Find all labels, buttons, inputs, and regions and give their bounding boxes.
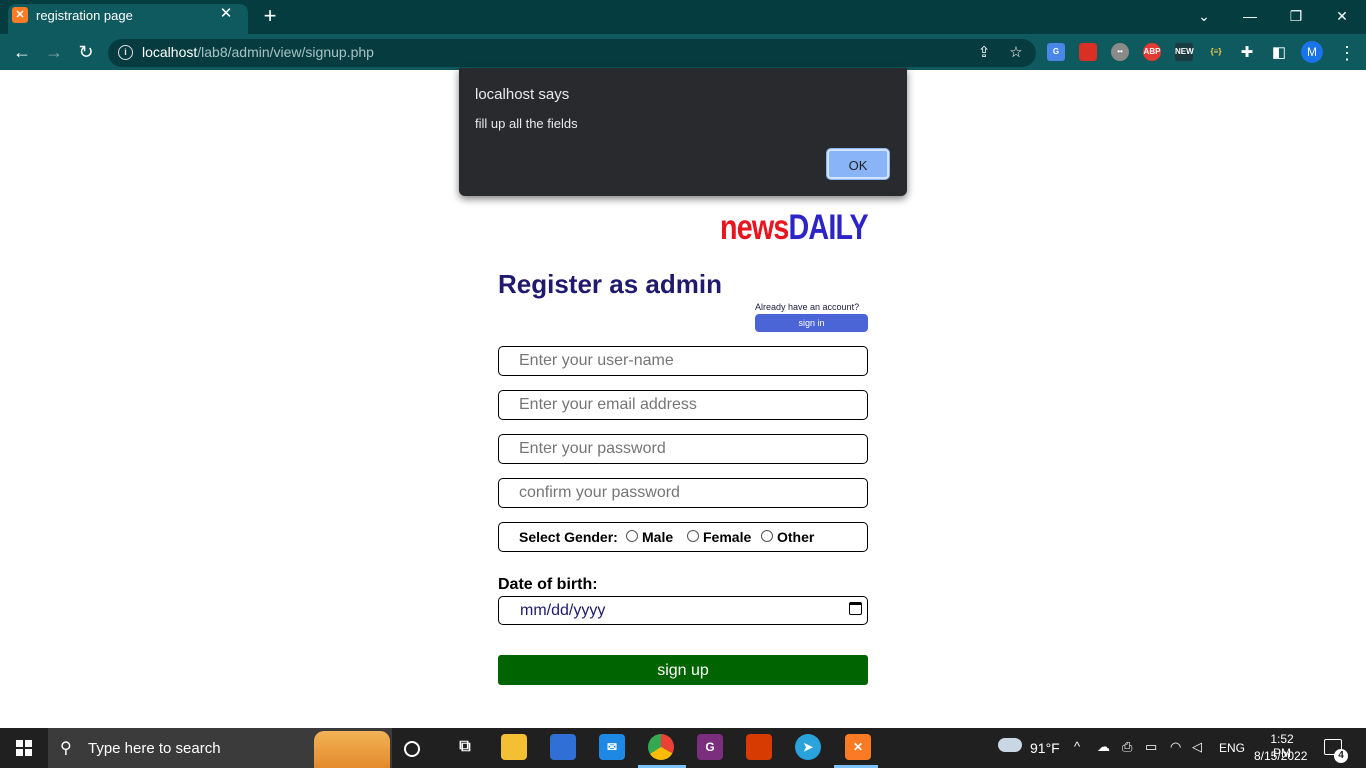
close-window-button[interactable]: ✕ — [1319, 4, 1365, 28]
search-highlight-icon[interactable] — [314, 731, 390, 768]
forward-arrow-icon[interactable]: → — [42, 40, 66, 64]
minimize-window-button[interactable]: — — [1227, 4, 1273, 28]
show-hidden-icons-chevron-icon[interactable]: ^ — [1074, 739, 1080, 754]
dialog-title: localhost says — [475, 86, 570, 103]
mail-icon[interactable]: ✉ — [599, 734, 625, 760]
profile-avatar[interactable]: M — [1301, 41, 1323, 63]
notification-count-badge: 4 — [1334, 749, 1348, 763]
spy-extension-icon[interactable]: •• — [1111, 43, 1129, 61]
share-icon[interactable]: ⇪ — [974, 43, 994, 63]
calendar-icon[interactable] — [849, 602, 862, 615]
book-extension-icon[interactable] — [1079, 43, 1097, 61]
cortana-icon[interactable] — [404, 741, 420, 757]
confirm-password-input[interactable]: confirm your password — [498, 478, 868, 508]
new-tab-button[interactable]: + — [258, 5, 282, 28]
url-host: localhost — [142, 44, 198, 60]
json-extension-icon[interactable]: {≡} — [1207, 43, 1225, 61]
password-input[interactable]: Enter your password — [498, 434, 868, 464]
sign-up-button[interactable]: sign up — [498, 655, 868, 685]
extensions-puzzle-icon[interactable]: ✚ — [1237, 43, 1257, 63]
bookmark-star-icon[interactable]: ☆ — [1006, 43, 1026, 63]
username-input[interactable]: Enter your user-name — [498, 346, 868, 376]
already-account-text: Already have an account? — [755, 302, 860, 312]
clock-date[interactable]: 8/15/2022 — [1254, 749, 1307, 763]
browser-menu-icon[interactable]: ⋮ — [1338, 42, 1356, 64]
gender-other-radio[interactable] — [761, 530, 773, 542]
microsoft-store-icon[interactable] — [550, 734, 576, 760]
dob-placeholder: mm/dd/yyyy — [520, 602, 606, 619]
gender-label: Select Gender: — [519, 529, 618, 545]
email-placeholder: Enter your email address — [519, 396, 697, 413]
url-text[interactable]: localhost/lab8/admin/view/signup.php — [142, 44, 374, 60]
cloud-weather-icon[interactable] — [998, 738, 1022, 752]
telegram-icon[interactable]: ➤ — [795, 734, 821, 760]
adblock-extension-icon[interactable]: ABP — [1143, 43, 1161, 61]
logo-daily: DAILY — [788, 208, 869, 247]
windows-start-icon[interactable] — [16, 740, 32, 756]
side-panel-icon[interactable]: ◧ — [1269, 43, 1289, 63]
taskbar-search-placeholder: Type here to search — [88, 740, 221, 757]
email-input[interactable]: Enter your email address — [498, 390, 868, 420]
username-placeholder: Enter your user-name — [519, 352, 674, 369]
volume-icon[interactable]: ◁ — [1192, 739, 1202, 755]
weather-temperature[interactable]: 91°F — [1030, 740, 1060, 756]
gender-male-radio[interactable] — [626, 530, 638, 542]
camera-icon[interactable]: ⎙ — [1122, 739, 1132, 755]
search-icon: ⚲ — [60, 740, 72, 757]
pdf-app-icon[interactable]: G — [697, 734, 723, 760]
logo-news: news — [720, 208, 789, 247]
wifi-icon[interactable]: ◠ — [1170, 739, 1181, 755]
xampp-favicon-icon: ✕ — [12, 7, 28, 23]
gender-male-label[interactable]: Male — [642, 529, 673, 545]
translate-extension-icon[interactable]: G — [1047, 43, 1065, 61]
dob-label: Date of birth: — [498, 576, 598, 593]
task-view-icon[interactable]: ⧉ — [452, 734, 478, 760]
chrome-icon[interactable] — [648, 734, 674, 760]
tab-search-chevron-icon[interactable]: ⌄ — [1181, 4, 1227, 28]
back-arrow-icon[interactable]: ← — [10, 40, 34, 64]
new-extension-icon[interactable]: NEW — [1175, 43, 1194, 61]
password-placeholder: Enter your password — [519, 440, 666, 457]
office-icon[interactable] — [746, 734, 772, 760]
url-path: /lab8/admin/view/signup.php — [197, 44, 374, 60]
tab-title: registration page — [36, 8, 133, 23]
newsdaily-logo: newsDAILY — [720, 208, 869, 248]
confirm-password-placeholder: confirm your password — [519, 484, 680, 501]
dialog-ok-button[interactable]: OK — [827, 149, 889, 179]
file-explorer-icon[interactable] — [501, 734, 527, 760]
gender-other-label[interactable]: Other — [777, 529, 814, 545]
dialog-message: fill up all the fields — [475, 116, 578, 131]
gender-female-radio[interactable] — [687, 530, 699, 542]
battery-icon[interactable]: ▭ — [1145, 739, 1157, 755]
onedrive-error-icon[interactable]: ☁ — [1097, 739, 1110, 755]
close-tab-icon[interactable]: ✕ — [216, 4, 236, 24]
xampp-icon[interactable]: ✕ — [845, 734, 871, 760]
gender-female-label[interactable]: Female — [703, 529, 751, 545]
sign-in-button[interactable]: sign in — [755, 314, 868, 332]
site-info-icon[interactable]: i — [118, 45, 133, 60]
language-indicator[interactable]: ENG — [1219, 741, 1245, 755]
page-title: Register as admin — [498, 269, 722, 299]
reload-icon[interactable]: ↻ — [74, 40, 98, 64]
restore-window-button[interactable]: ❐ — [1273, 4, 1319, 28]
